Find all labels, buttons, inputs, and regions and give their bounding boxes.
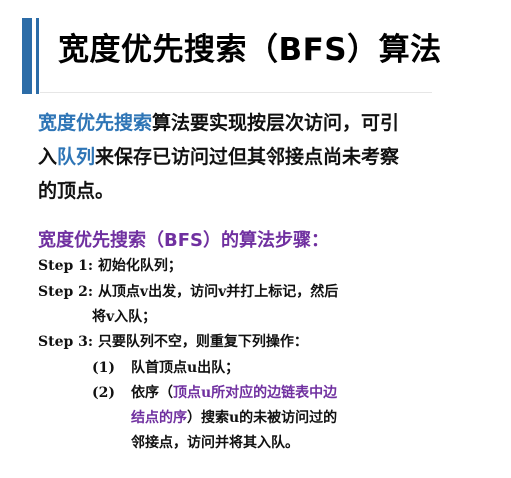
substep-1-number: (1) [92, 360, 115, 376]
substep-1-text: 队首顶点u出队； [131, 360, 240, 376]
step-3-text: 只要队列不空，则重复下列操作： [97, 334, 308, 350]
title-accent-bar-thin [36, 18, 39, 94]
step-2: Step 2: 从顶点v出发，访问v并打上标记，然后 [38, 280, 338, 305]
intro-line-1: 宽度优先搜索算法要实现按层次访问，可引 [38, 106, 478, 140]
substep-2-line-3: 邻接点，访问并将其入队。 [131, 435, 299, 451]
substep-2-prefix: 依序（ [131, 385, 173, 401]
step-3: Step 3: 只要队列不空，则重复下列操作： [38, 330, 308, 355]
bfs-term: 宽度优先搜索 [38, 112, 153, 134]
step-2-label: Step 2: [38, 284, 94, 300]
substep-2-suffix: ）搜索u的未被访问过的 [187, 410, 338, 426]
step-3-label: Step 3: [38, 334, 94, 350]
algorithm-steps-heading: 宽度优先搜索（BFS）的算法步骤： [38, 230, 329, 251]
intro-line-2-prefix: 入 [38, 146, 58, 168]
edge-list-order-line-2: 结点的序 [131, 410, 187, 426]
step-2-text: 从顶点v出发，访问v并打上标记，然后 [97, 284, 339, 300]
intro-paragraph: 宽度优先搜索算法要实现按层次访问，可引 入队列来保存已访问过但其邻接点尚未考察 … [38, 106, 478, 208]
edge-list-order-line-1: 顶点u所对应的边链表中边 [173, 385, 338, 401]
step-1-text: 初始化队列； [97, 258, 182, 274]
step-1: Step 1: 初始化队列； [38, 254, 182, 279]
step-2-continuation: 将v入队； [92, 309, 157, 325]
title-accent-bar [22, 18, 32, 94]
substep-2-line-2: 结点的序）搜索u的未被访问过的 [131, 406, 337, 431]
page-title: 宽度优先搜索（BFS）算法 [58, 32, 442, 68]
title-divider [40, 92, 432, 93]
step-1-label: Step 1: [38, 258, 94, 274]
intro-line-2-rest: 来保存已访问过但其邻接点尚未考察 [95, 146, 400, 168]
queue-term: 队列 [57, 146, 96, 168]
intro-line-2: 入队列来保存已访问过但其邻接点尚未考察 [38, 140, 478, 174]
substep-2-number: (2) [92, 385, 115, 401]
intro-line-1-rest: 算法要实现按层次访问，可引 [152, 112, 400, 134]
intro-line-3: 的顶点。 [38, 180, 115, 202]
substep-2-line-1: 依序（顶点u所对应的边链表中边 [131, 381, 337, 406]
slide: 宽度优先搜索（BFS）算法 宽度优先搜索算法要实现按层次访问，可引 入队列来保存… [0, 0, 511, 478]
